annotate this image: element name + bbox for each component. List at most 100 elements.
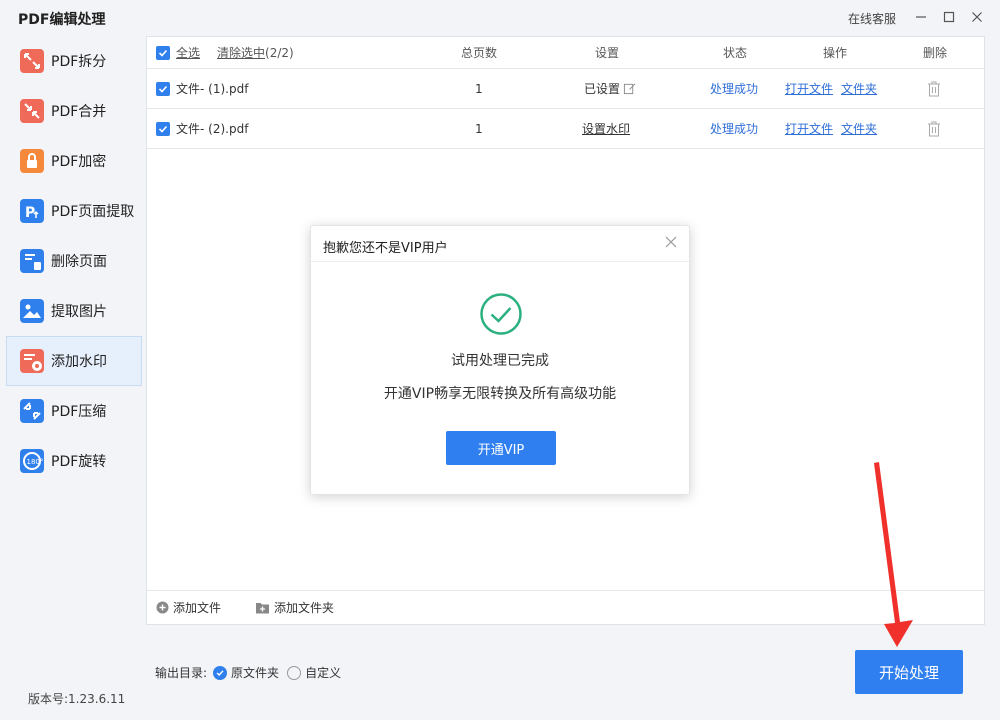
watermark-icon	[19, 348, 45, 374]
dialog-message-complete: 试用处理已完成	[451, 353, 549, 369]
radio-original-folder[interactable]	[213, 665, 228, 680]
clear-selected-link[interactable]: 清除选中	[217, 44, 265, 61]
svg-text:180°: 180°	[27, 458, 44, 466]
dialog-header: 抱歉您还不是VIP用户	[311, 226, 689, 262]
select-all-checkbox[interactable]	[156, 45, 170, 60]
file-name: 文件- (1).pdf	[176, 82, 249, 96]
file-name-cell: 文件- (2).pdf	[156, 109, 248, 148]
status-text: 处理成功	[710, 122, 759, 136]
setting-cell[interactable]: 已设置	[584, 69, 636, 108]
title-bar: PDF编辑处理 在线客服	[0, 0, 1000, 36]
panel-footer: 添加文件 添加文件夹	[147, 590, 984, 624]
open-vip-button[interactable]: 开通VIP	[446, 431, 556, 465]
close-icon	[665, 236, 677, 248]
page-extract-icon: P	[19, 198, 45, 224]
option-original-label[interactable]: 原文件夹	[231, 664, 279, 681]
sidebar-item-label: 删除页面	[51, 254, 107, 270]
option-custom-label[interactable]: 自定义	[305, 664, 341, 681]
start-processing-button[interactable]: 开始处理	[855, 650, 963, 694]
select-all-label[interactable]: 全选	[176, 44, 200, 61]
compress-icon	[19, 398, 45, 424]
online-service-link[interactable]: 在线客服	[848, 10, 896, 27]
row-checkbox[interactable]	[156, 121, 170, 136]
success-check-icon	[480, 293, 522, 335]
minimize-button[interactable]	[910, 6, 932, 28]
delete-row-button[interactable]	[927, 109, 941, 148]
page-count: 1	[475, 81, 483, 96]
close-icon	[972, 12, 982, 22]
setting-status: 已设置	[584, 82, 621, 96]
minimize-icon	[916, 16, 926, 18]
sidebar-item-label: 提取图片	[51, 304, 107, 320]
sidebar-item-pdf-merge[interactable]: PDF合并	[6, 86, 142, 136]
sidebar-item-add-watermark[interactable]: 添加水印	[6, 336, 142, 386]
status-text: 处理成功	[710, 82, 759, 96]
sidebar: PDF拆分 PDF合并 PDF加密 P PDF页面提取 删除页面 提取图片 添加…	[6, 36, 142, 486]
dialog-title: 抱歉您还不是VIP用户	[323, 241, 448, 256]
folder-plus-icon	[256, 603, 270, 614]
maximize-icon	[943, 11, 955, 23]
delete-row-button[interactable]	[927, 69, 941, 108]
sidebar-item-extract-image[interactable]: 提取图片	[6, 286, 142, 336]
header-delete: 删除	[923, 46, 948, 60]
table-row: 文件- (1).pdf 1 已设置 处理成功 打开文件 文件夹	[147, 69, 984, 109]
edit-icon[interactable]	[623, 82, 636, 95]
merge-icon	[19, 98, 45, 124]
sidebar-item-label: PDF拆分	[51, 54, 107, 70]
trash-icon	[928, 81, 940, 96]
table-row: 文件- (2).pdf 1 设置水印 处理成功 打开文件 文件夹	[147, 109, 984, 149]
selected-count: (2/2)	[265, 45, 294, 60]
clear-selected-control[interactable]: 清除选中 (2/2)	[217, 37, 294, 68]
rotate-icon: 180°	[19, 448, 45, 474]
app-title: PDF编辑处理	[18, 12, 106, 28]
add-file-button[interactable]: 添加文件	[156, 599, 221, 616]
add-file-label: 添加文件	[173, 601, 222, 615]
sidebar-item-label: PDF加密	[51, 154, 107, 170]
delete-page-icon	[19, 248, 45, 274]
maximize-button[interactable]	[938, 6, 960, 28]
dialog-message-upsell: 开通VIP畅享无限转换及所有高级功能	[383, 386, 617, 402]
svg-text:P: P	[25, 205, 35, 221]
sidebar-item-label: PDF页面提取	[51, 204, 135, 220]
check-icon	[216, 669, 224, 676]
image-extract-icon	[19, 298, 45, 324]
sidebar-item-pdf-encrypt[interactable]: PDF加密	[6, 136, 142, 186]
header-actions: 操作	[823, 46, 848, 60]
file-name-cell: 文件- (1).pdf	[156, 69, 248, 108]
check-icon	[158, 125, 168, 133]
sidebar-item-page-extract[interactable]: P PDF页面提取	[6, 186, 142, 236]
close-window-button[interactable]	[966, 6, 988, 28]
sidebar-item-pdf-rotate[interactable]: 180° PDF旋转	[6, 436, 142, 486]
sidebar-item-pdf-compress[interactable]: PDF压缩	[6, 386, 142, 436]
split-icon	[19, 48, 45, 74]
open-folder-link[interactable]: 文件夹	[841, 69, 877, 108]
sidebar-item-label: PDF压缩	[51, 404, 107, 420]
trash-icon	[928, 121, 940, 136]
output-directory: 输出目录: 原文件夹 自定义	[155, 664, 341, 681]
set-watermark-link[interactable]: 设置水印	[582, 109, 630, 148]
open-file-link[interactable]: 打开文件	[785, 69, 833, 108]
add-folder-button[interactable]: 添加文件夹	[255, 599, 334, 616]
header-settings: 设置	[595, 46, 620, 60]
sidebar-item-label: 添加水印	[51, 354, 107, 370]
row-checkbox[interactable]	[156, 81, 170, 96]
open-file-link[interactable]: 打开文件	[785, 109, 833, 148]
version-label: 版本号:1.23.6.11	[28, 692, 126, 706]
output-label: 输出目录:	[155, 666, 208, 680]
sidebar-item-delete-page[interactable]: 删除页面	[6, 236, 142, 286]
check-icon	[158, 85, 168, 93]
header-pages: 总页数	[461, 46, 498, 60]
vip-dialog: 抱歉您还不是VIP用户 试用处理已完成 开通VIP畅享无限转换及所有高级功能 开…	[310, 225, 690, 495]
table-header: 全选 清除选中 (2/2) 总页数 设置 状态 操作 删除	[147, 37, 984, 69]
lock-icon	[19, 148, 45, 174]
add-folder-label: 添加文件夹	[274, 601, 335, 615]
sidebar-item-pdf-split[interactable]: PDF拆分	[6, 36, 142, 86]
radio-custom[interactable]	[287, 665, 302, 680]
sidebar-item-label: PDF旋转	[51, 454, 107, 470]
sidebar-item-label: PDF合并	[51, 104, 107, 120]
dialog-close-button[interactable]	[665, 236, 679, 250]
page-count: 1	[475, 121, 483, 136]
check-icon	[158, 49, 168, 57]
open-folder-link[interactable]: 文件夹	[841, 109, 877, 148]
select-all-control[interactable]: 全选	[156, 37, 200, 68]
